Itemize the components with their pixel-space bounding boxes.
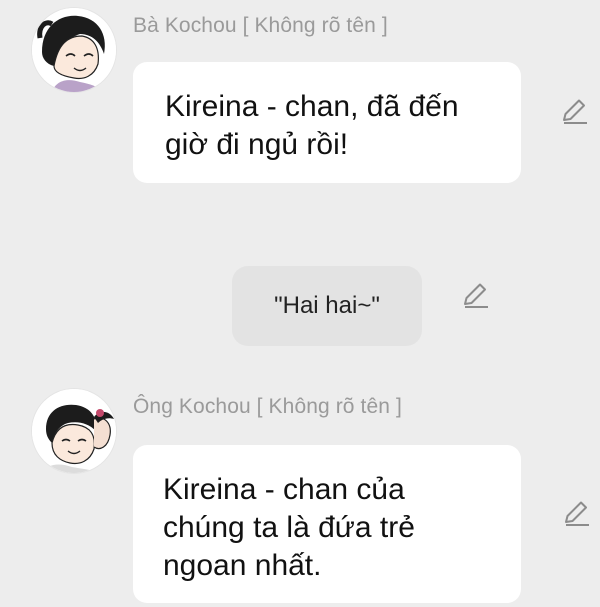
avatar-grandfather[interactable] [32,389,116,473]
message-line: chúng ta là đứa trẻ [163,511,415,544]
message-line: ngoan nhất. [163,549,322,582]
message-bubble-outgoing[interactable]: "Hai hai~" [232,266,422,346]
grandmother-portrait-icon [32,8,116,92]
message-line: giờ đi ngủ rồi! [165,128,349,161]
avatar-grandmother[interactable] [32,8,116,92]
edit-pencil-icon[interactable] [558,96,590,128]
sender-name: Ông Kochou [ Không rõ tên ] [133,395,402,418]
message-bubble[interactable]: Kireina - chan, đã đến giờ đi ngủ rồi! [133,62,521,183]
grandfather-portrait-icon [32,389,116,473]
edit-pencil-icon[interactable] [459,280,491,312]
edit-pencil-icon[interactable] [560,498,592,530]
message-line: Kireina - chan, đã đến [165,90,459,123]
message-line: Kireina - chan của [163,473,405,506]
message-bubble[interactable]: Kireina - chan của chúng ta là đứa trẻ n… [133,445,521,603]
message-text: "Hai hai~" [274,292,380,319]
sender-name: Bà Kochou [ Không rõ tên ] [133,14,388,37]
